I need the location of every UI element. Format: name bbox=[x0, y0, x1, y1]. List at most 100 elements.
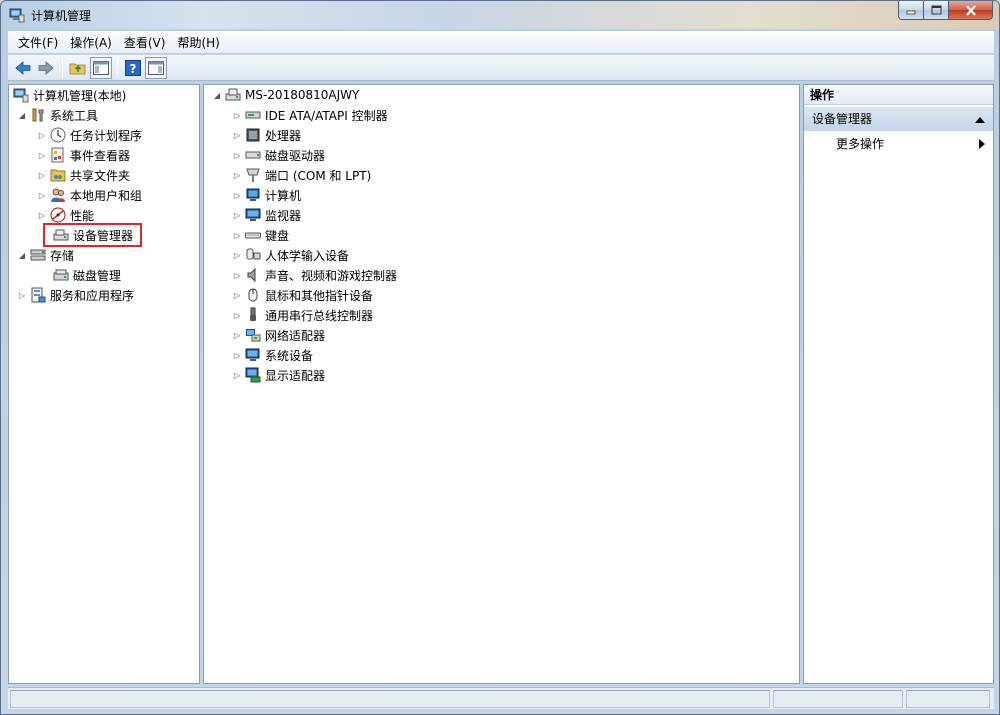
collapsed-arrow-icon[interactable]: ▷ bbox=[232, 110, 242, 120]
device-category[interactable]: ▷ 系统设备 bbox=[232, 345, 313, 365]
tree-item-local-users-groups[interactable]: ▷ 本地用户和组 bbox=[37, 185, 142, 205]
device-category[interactable]: ▷ 人体学输入设备 bbox=[232, 245, 349, 265]
collapsed-arrow-icon[interactable]: ▷ bbox=[232, 370, 242, 380]
human-interface-device-icon bbox=[246, 248, 261, 260]
actions-section-device-manager[interactable]: 设备管理器 bbox=[804, 107, 993, 131]
show-hide-console-tree-button[interactable] bbox=[90, 56, 112, 79]
collapsed-arrow-icon[interactable]: ▷ bbox=[232, 130, 242, 140]
device-category[interactable]: ▷ 端口 (COM 和 LPT) bbox=[232, 165, 371, 185]
disk-drive-icon bbox=[245, 151, 261, 159]
computer-icon bbox=[225, 88, 241, 101]
ide-controller-icon bbox=[245, 111, 261, 119]
tree-item-computer-management[interactable]: 计算机管理(本地) bbox=[13, 85, 126, 105]
help-button[interactable]: ? bbox=[122, 57, 144, 79]
collapsed-arrow-icon[interactable]: ▷ bbox=[37, 150, 47, 160]
toolbar-separator bbox=[62, 57, 63, 78]
actions-section-label: 设备管理器 bbox=[812, 112, 873, 126]
device-category-label: 通用串行总线控制器 bbox=[265, 308, 374, 323]
tree-item-disk-management[interactable]: 磁盘管理 bbox=[53, 265, 121, 285]
up-level-button[interactable] bbox=[67, 57, 89, 79]
maximize-button[interactable] bbox=[924, 1, 949, 20]
collapsed-arrow-icon[interactable]: ▷ bbox=[232, 210, 242, 220]
actions-header: 操作 bbox=[804, 85, 993, 105]
tree-item-shared-folders[interactable]: ▷ 共享文件夹 bbox=[37, 165, 130, 185]
tree-item-services-applications[interactable]: ▷ 服务和应用程序 bbox=[17, 285, 134, 305]
collapsed-arrow-icon[interactable]: ▷ bbox=[232, 250, 242, 260]
collapsed-arrow-icon[interactable]: ▷ bbox=[37, 210, 47, 220]
device-category-label: 网络适配器 bbox=[265, 328, 326, 343]
forward-button[interactable] bbox=[35, 57, 57, 79]
device-tree-root[interactable]: ◢ MS-20180810AJWY bbox=[212, 85, 359, 105]
tree-item-storage[interactable]: ◢ 存储 bbox=[17, 245, 74, 265]
keyboard-icon bbox=[245, 232, 261, 239]
toolbar: ? bbox=[8, 54, 994, 81]
toolbar-separator bbox=[117, 57, 118, 78]
collapsed-arrow-icon[interactable]: ▷ bbox=[232, 150, 242, 160]
device-category[interactable]: ▷ 声音、视频和游戏控制器 bbox=[232, 265, 397, 285]
tree-item-performance[interactable]: ▷ 性能 bbox=[37, 205, 94, 225]
services-icon bbox=[31, 287, 46, 303]
device-category[interactable]: ▷ 鼠标和其他指针设备 bbox=[232, 285, 373, 305]
show-hide-action-pane-button[interactable] bbox=[145, 56, 167, 79]
collapsed-arrow-icon[interactable]: ▷ bbox=[37, 170, 47, 180]
system-devices-icon bbox=[245, 348, 260, 361]
menu-help[interactable]: 帮助(H) bbox=[171, 34, 225, 51]
close-button[interactable] bbox=[949, 1, 993, 20]
collapsed-arrow-icon[interactable]: ▷ bbox=[232, 350, 242, 360]
expanded-arrow-icon[interactable]: ◢ bbox=[17, 110, 27, 120]
collapse-up-icon[interactable] bbox=[975, 116, 985, 123]
device-category[interactable]: ▷ 处理器 bbox=[232, 125, 301, 145]
forward-arrow-icon bbox=[38, 60, 54, 75]
tree-label: 计算机管理(本地) bbox=[33, 88, 127, 103]
tree-item-event-viewer[interactable]: ▷ 事件查看器 bbox=[37, 145, 130, 165]
device-category[interactable]: ▷ 监视器 bbox=[232, 205, 301, 225]
tree-label: 任务计划程序 bbox=[70, 128, 143, 143]
back-button[interactable] bbox=[12, 57, 34, 79]
back-arrow-icon bbox=[15, 60, 31, 75]
device-category[interactable]: ▷ 键盘 bbox=[232, 225, 289, 245]
tree-label: 事件查看器 bbox=[70, 148, 131, 163]
menu-file[interactable]: 文件(F) bbox=[12, 34, 64, 51]
expanded-arrow-icon[interactable]: ◢ bbox=[212, 90, 222, 100]
close-icon bbox=[965, 4, 976, 16]
status-cell-3 bbox=[906, 690, 990, 708]
tree-item-task-scheduler[interactable]: ▷ 任务计划程序 bbox=[37, 125, 142, 145]
minimize-button[interactable] bbox=[898, 1, 924, 20]
expanded-arrow-icon[interactable]: ◢ bbox=[17, 250, 27, 260]
tree-item-system-tools[interactable]: ◢ 系统工具 bbox=[17, 105, 98, 125]
collapsed-arrow-icon[interactable]: ▷ bbox=[17, 290, 27, 300]
network-adapter-icon bbox=[246, 329, 261, 342]
title-bar[interactable]: 计算机管理 bbox=[1, 1, 999, 29]
usb-icon bbox=[250, 307, 256, 321]
collapsed-arrow-icon[interactable]: ▷ bbox=[232, 330, 242, 340]
computer-name: MS-20180810AJWY bbox=[245, 88, 360, 102]
tree-label: 本地用户和组 bbox=[70, 188, 143, 203]
device-category-label: 磁盘驱动器 bbox=[265, 148, 326, 163]
device-category[interactable]: ▷ 显示适配器 bbox=[232, 365, 325, 385]
console-tree-pane: 计算机管理(本地) ◢ 系统工具 ▷ 任务计划程序 ▷ 事件查看器 ▷ 共享文件… bbox=[8, 84, 200, 684]
mouse-icon bbox=[248, 288, 258, 302]
device-category[interactable]: ▷ 网络适配器 bbox=[232, 325, 325, 345]
device-category[interactable]: ▷ IDE ATA/ATAPI 控制器 bbox=[232, 105, 388, 125]
shared-folder-icon bbox=[50, 169, 66, 182]
help-icon: ? bbox=[125, 59, 141, 76]
menu-action[interactable]: 操作(A) bbox=[64, 34, 118, 51]
collapsed-arrow-icon[interactable]: ▷ bbox=[232, 310, 242, 320]
collapsed-arrow-icon[interactable]: ▷ bbox=[232, 190, 242, 200]
status-bar bbox=[8, 687, 994, 709]
device-category-label: 键盘 bbox=[265, 228, 290, 243]
collapsed-arrow-icon[interactable]: ▷ bbox=[232, 290, 242, 300]
collapsed-arrow-icon[interactable]: ▷ bbox=[232, 270, 242, 280]
tree-label: 磁盘管理 bbox=[73, 268, 122, 283]
collapsed-arrow-icon[interactable]: ▷ bbox=[37, 130, 47, 140]
device-category[interactable]: ▷ 计算机 bbox=[232, 185, 301, 205]
collapsed-arrow-icon[interactable]: ▷ bbox=[232, 170, 242, 180]
collapsed-arrow-icon[interactable]: ▷ bbox=[232, 230, 242, 240]
menu-view[interactable]: 查看(V) bbox=[118, 34, 172, 51]
device-category-label: 人体学输入设备 bbox=[265, 248, 350, 263]
device-category[interactable]: ▷ 通用串行总线控制器 bbox=[232, 305, 373, 325]
menu-bar: 文件(F) 操作(A) 查看(V) 帮助(H) bbox=[8, 31, 994, 53]
collapsed-arrow-icon[interactable]: ▷ bbox=[37, 190, 47, 200]
more-actions-item[interactable]: 更多操作 bbox=[836, 135, 884, 153]
device-category[interactable]: ▷ 磁盘驱动器 bbox=[232, 145, 325, 165]
